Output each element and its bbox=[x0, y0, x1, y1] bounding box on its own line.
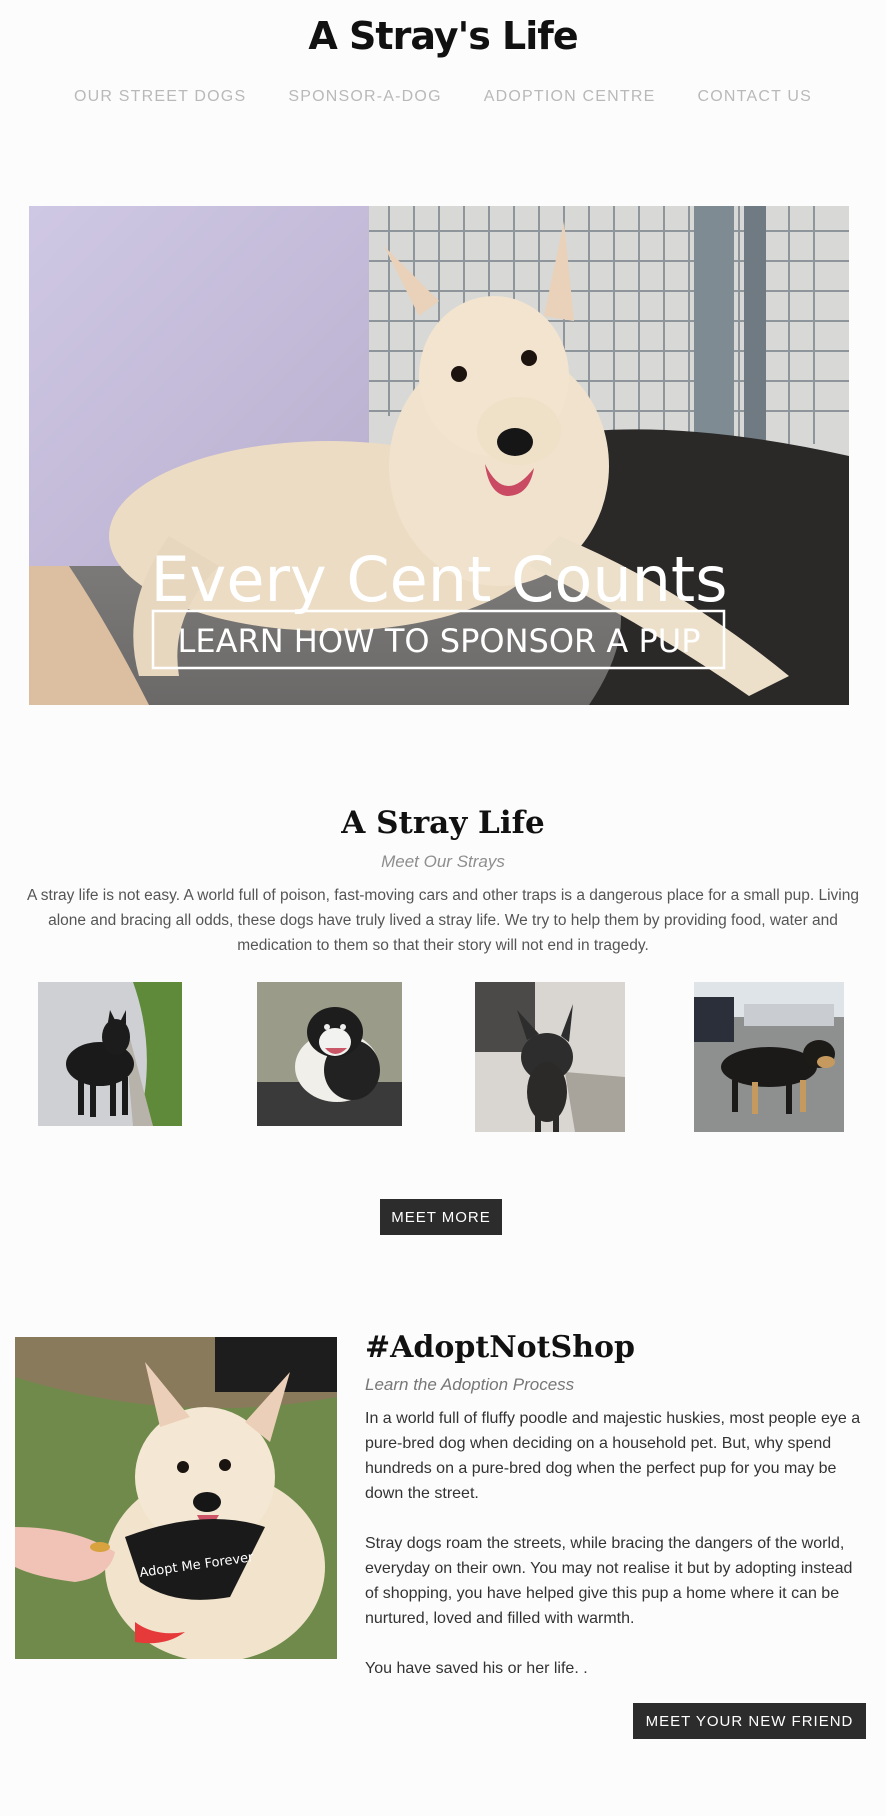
adopt-body-text: In a world full of fluffy poodle and maj… bbox=[365, 1406, 865, 1706]
nav-contact-us[interactable]: CONTACT US bbox=[698, 88, 813, 106]
meet-your-new-friend-button[interactable]: MEET YOUR NEW FRIEND bbox=[633, 1703, 866, 1739]
black-dog-photo bbox=[38, 982, 182, 1126]
adopt-dog-photo[interactable]: Adopt Me Forever bbox=[15, 1337, 337, 1659]
hero-cta-text[interactable]: LEARN HOW TO SPONSOR A PUP bbox=[178, 622, 701, 660]
hero-banner[interactable]: Every Cent Counts LEARN HOW TO SPONSOR A… bbox=[29, 206, 849, 705]
site-title[interactable]: A Stray's Life bbox=[0, 14, 886, 58]
section-title-adopt-not-shop: #AdoptNotShop bbox=[365, 1330, 635, 1365]
stray-thumb-3[interactable] bbox=[475, 982, 625, 1132]
nav-adoption-centre[interactable]: ADOPTION CENTRE bbox=[484, 88, 656, 106]
black-white-dog-photo bbox=[257, 982, 402, 1126]
stray-thumb-2[interactable] bbox=[257, 982, 402, 1126]
meet-more-button[interactable]: MEET MORE bbox=[380, 1199, 502, 1235]
nav-sponsor-a-dog[interactable]: SPONSOR-A-DOG bbox=[288, 88, 441, 106]
main-nav: OUR STREET DOGS SPONSOR-A-DOG ADOPTION C… bbox=[0, 88, 886, 106]
nav-our-street-dogs[interactable]: OUR STREET DOGS bbox=[74, 88, 246, 106]
grey-dog-photo bbox=[475, 982, 625, 1132]
bandana-dog-photo: Adopt Me Forever bbox=[15, 1337, 337, 1659]
stray-intro-text: A stray life is not easy. A world full o… bbox=[27, 887, 859, 954]
hero-headline: Every Cent Counts bbox=[150, 543, 727, 616]
adopt-paragraph-2: Stray dogs roam the streets, while braci… bbox=[365, 1535, 853, 1627]
stray-thumb-4[interactable] bbox=[694, 982, 844, 1132]
section-title-stray-life: A Stray Life bbox=[341, 805, 545, 841]
stray-thumb-1[interactable] bbox=[38, 982, 182, 1126]
adopt-paragraph-1: In a world full of fluffy poodle and maj… bbox=[365, 1410, 861, 1502]
black-tan-dog-photo bbox=[694, 982, 844, 1132]
hero-dog-photo: Every Cent Counts LEARN HOW TO SPONSOR A… bbox=[29, 206, 849, 705]
adopt-paragraph-3: You have saved his or her life. . bbox=[365, 1660, 588, 1677]
section-subtitle-adoption-process: Learn the Adoption Process bbox=[365, 1375, 575, 1394]
section-subtitle-meet-strays: Meet Our Strays bbox=[381, 852, 505, 871]
